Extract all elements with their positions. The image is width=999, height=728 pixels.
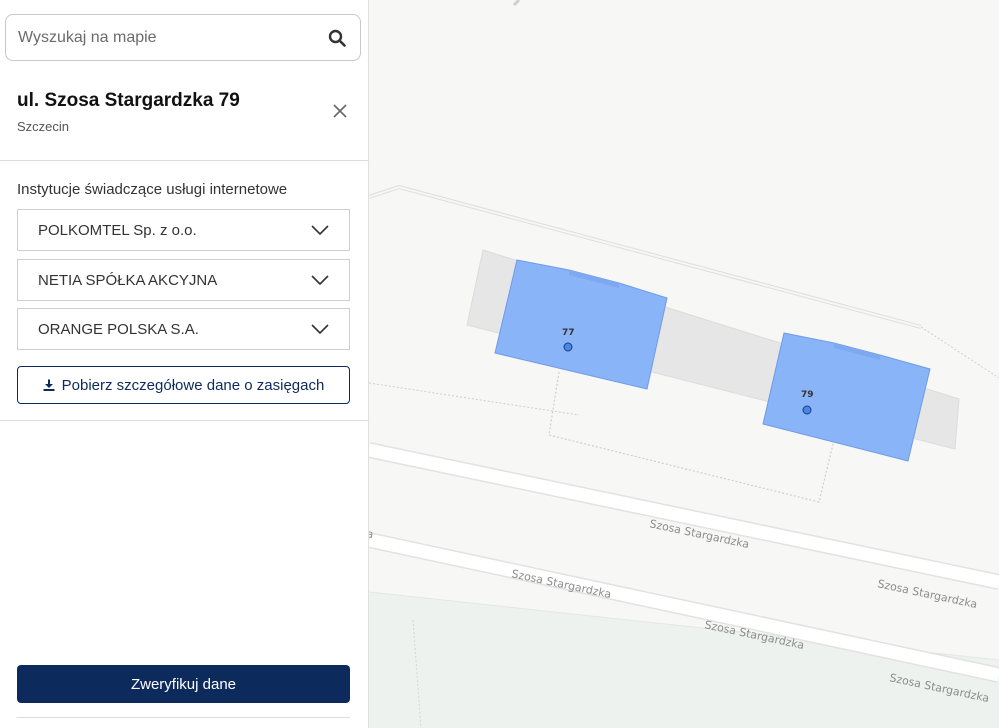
provider-dropdown-orange[interactable]: ORANGE POLSKA S.A. [17, 308, 350, 350]
download-coverage-button[interactable]: Pobierz szczegółowe dane o zasięgach [17, 366, 350, 404]
provider-name: NETIA SPÓŁKA AKCYJNA [38, 271, 218, 289]
chevron-down-icon [311, 225, 329, 236]
map-view[interactable]: 77 79 Szosa Stargardzka Szosa Stargardzk… [369, 0, 999, 728]
building-number-77: 77 [562, 328, 575, 338]
address-city: Szczecin [17, 119, 70, 134]
chevron-down-icon [311, 324, 329, 335]
building-77[interactable] [494, 259, 668, 390]
download-icon [43, 379, 55, 391]
close-icon[interactable] [330, 101, 350, 121]
divider [0, 160, 369, 161]
provider-name: ORANGE POLSKA S.A. [38, 320, 199, 338]
download-button-label: Pobierz szczegółowe dane o zasięgach [61, 376, 325, 394]
address-point-icon[interactable] [802, 405, 812, 415]
building-79[interactable] [762, 332, 931, 462]
address-point-icon[interactable] [563, 342, 573, 352]
divider [17, 717, 350, 718]
road-edge [512, 0, 521, 7]
sidebar-panel: ul. Szosa Stargardzka 79 Szczecin Instyt… [0, 0, 369, 728]
provider-dropdown-polkomtel[interactable]: POLKOMTEL Sp. z o.o. [17, 209, 350, 251]
address-title: ul. Szosa Stargardzka 79 [17, 90, 240, 111]
chevron-down-icon [311, 275, 329, 286]
boundary-dotted [920, 326, 999, 379]
providers-heading: Instytucje świadczące usługi internetowe [17, 181, 288, 198]
verify-button-label: Zweryfikuj dane [130, 675, 237, 693]
provider-name: POLKOMTEL Sp. z o.o. [38, 221, 197, 239]
provider-dropdown-netia[interactable]: NETIA SPÓŁKA AKCYJNA [17, 259, 350, 301]
search-input[interactable] [18, 28, 308, 47]
building-number-79: 79 [801, 390, 814, 400]
search-box[interactable] [5, 14, 361, 61]
divider [0, 420, 369, 421]
map-canvas[interactable]: 77 79 Szosa Stargardzka Szosa Stargardzk… [369, 0, 999, 728]
boundary-dotted [369, 382, 580, 416]
verify-data-button[interactable]: Zweryfikuj dane [17, 665, 350, 703]
street-label: Szosa Stargardzka [510, 567, 612, 601]
search-icon[interactable] [328, 29, 346, 47]
